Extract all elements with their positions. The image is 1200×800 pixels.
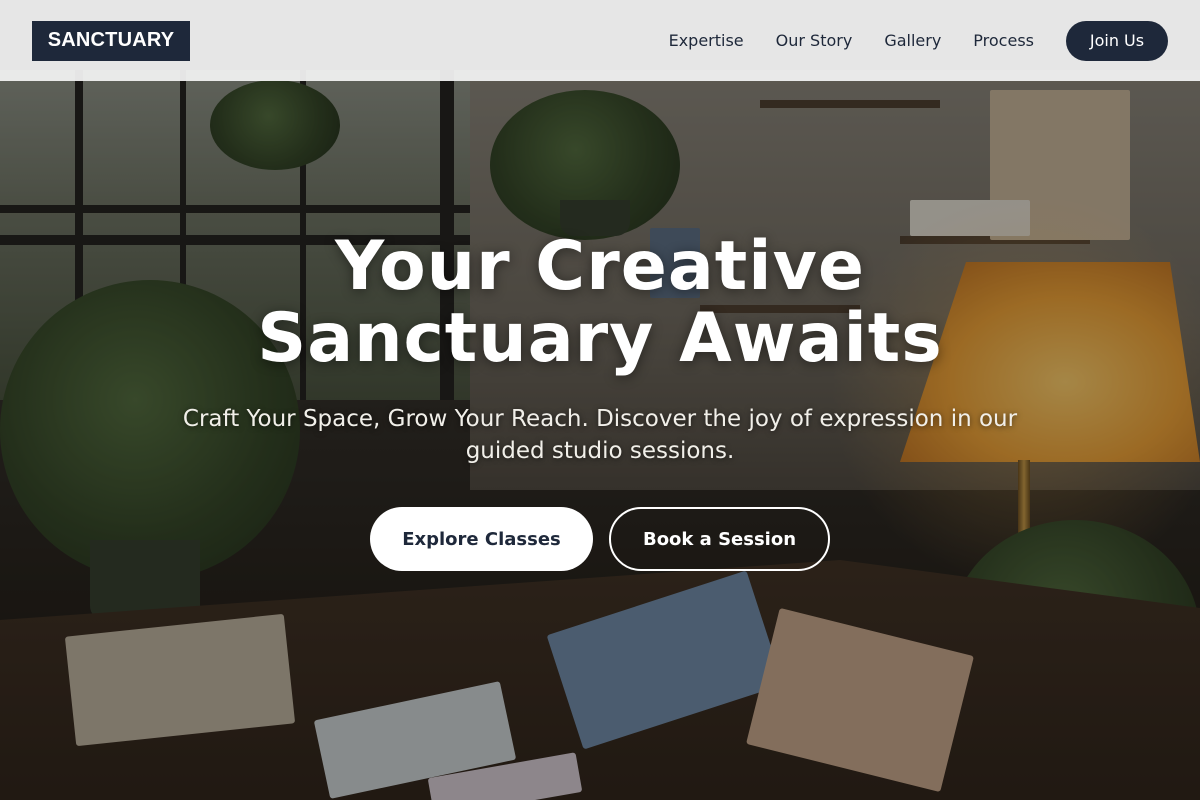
nav-link-our-story[interactable]: Our Story xyxy=(776,31,853,50)
hero-title-line-1: Your Creative xyxy=(334,227,866,306)
main-nav: Expertise Our Story Gallery Process Join… xyxy=(669,20,1168,61)
brand-logo[interactable]: SANCTUARY xyxy=(32,20,190,61)
hero-title-line-2: Sanctuary Awaits xyxy=(257,299,943,378)
book-session-button[interactable]: Book a Session xyxy=(609,507,830,571)
hero-title: Your Creative Sanctuary Awaits xyxy=(220,231,980,375)
nav-link-expertise[interactable]: Expertise xyxy=(669,31,744,50)
hero-section: Your Creative Sanctuary Awaits Craft You… xyxy=(0,81,1200,800)
explore-classes-button[interactable]: Explore Classes xyxy=(370,507,593,571)
hero-subtitle: Craft Your Space, Grow Your Reach. Disco… xyxy=(182,406,1018,464)
join-us-button[interactable]: Join Us xyxy=(1066,20,1168,61)
hero-cta-group: Explore Classes Book a Session xyxy=(370,507,830,571)
nav-link-gallery[interactable]: Gallery xyxy=(884,31,941,50)
site-header: SANCTUARY Expertise Our Story Gallery Pr… xyxy=(0,0,1200,81)
nav-link-process[interactable]: Process xyxy=(973,31,1034,50)
